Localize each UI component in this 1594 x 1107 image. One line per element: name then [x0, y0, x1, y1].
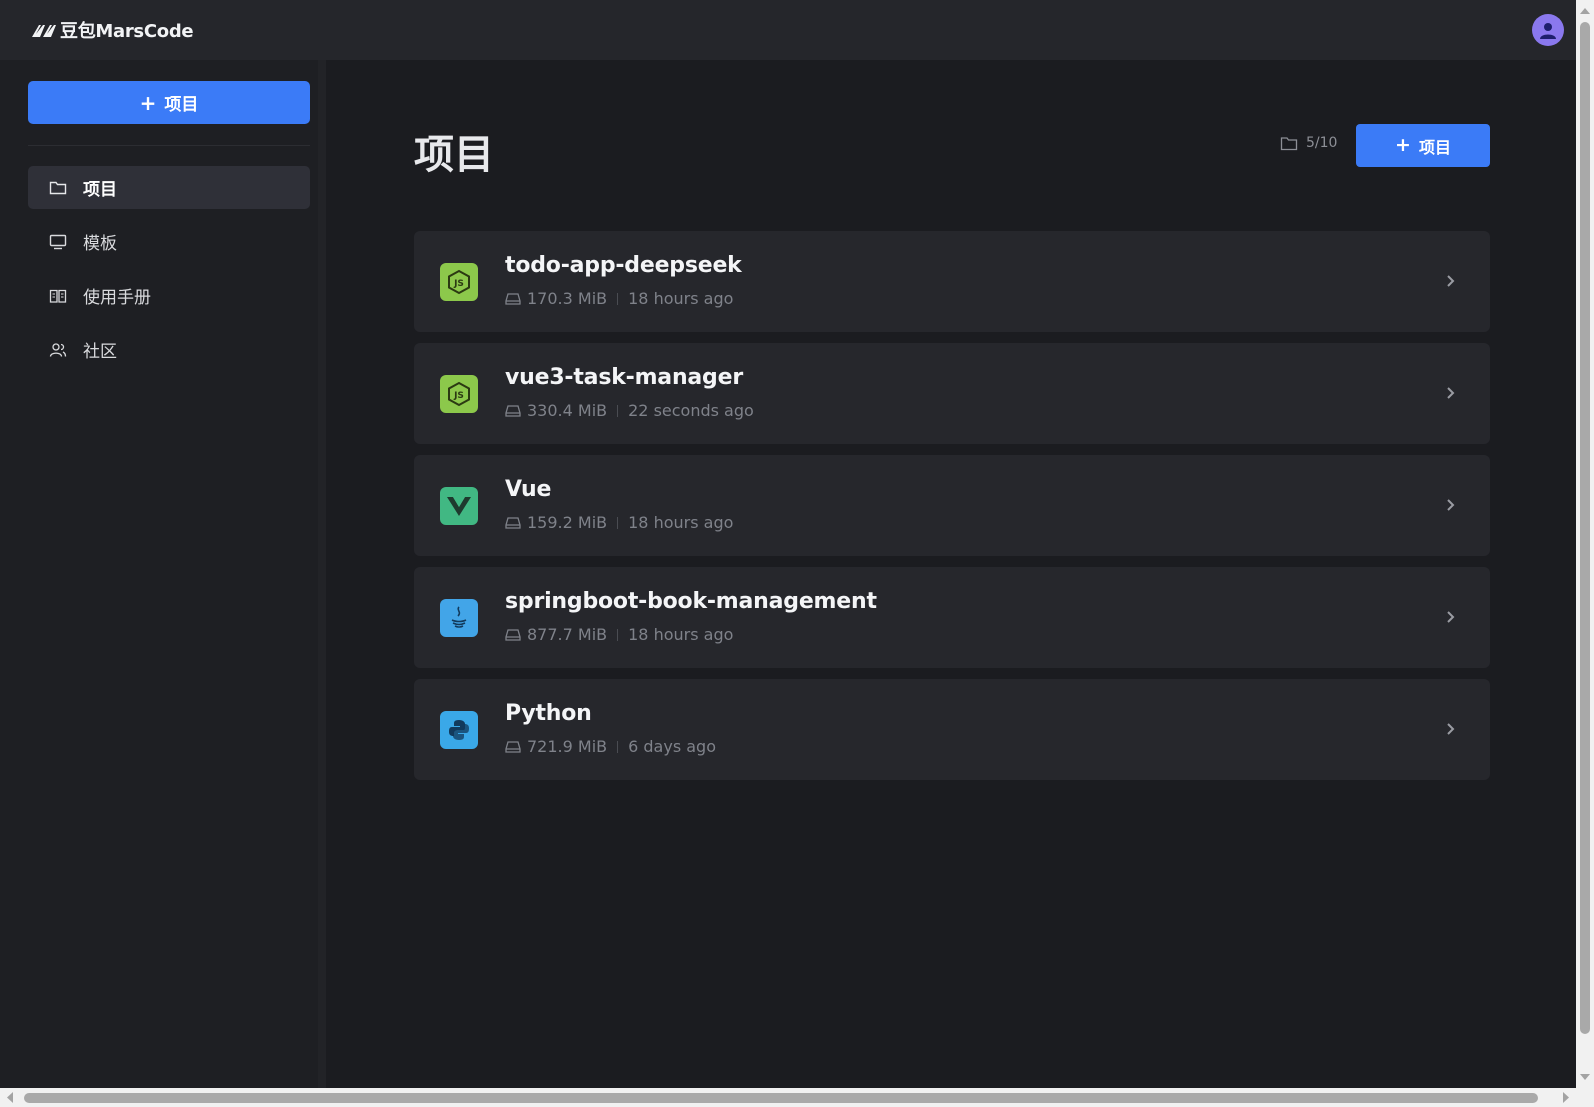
python-icon	[440, 711, 478, 749]
project-meta: 159.2 MiB 18 hours ago	[505, 513, 733, 532]
meta-divider	[617, 404, 619, 417]
meta-divider	[617, 516, 619, 529]
svg-text:JS: JS	[453, 391, 464, 401]
drive-icon	[505, 628, 521, 641]
marscode-logo-icon	[32, 25, 56, 37]
project-name: Vue	[505, 477, 552, 502]
project-card[interactable]: JS todo-app-deepseek 170.3 MiB 18 hours …	[414, 231, 1490, 332]
users-icon	[49, 341, 67, 359]
project-size: 170.3 MiB	[527, 289, 608, 308]
scrollbar-corner	[1576, 1088, 1594, 1107]
sidebar-item-manual[interactable]: 使用手册	[28, 274, 310, 317]
project-card[interactable]: Vue 159.2 MiB 18 hours ago	[414, 455, 1490, 556]
sidebar-item-label: 项目	[83, 180, 117, 200]
project-updated: 18 hours ago	[628, 513, 734, 532]
sidebar-item-label: 社区	[83, 342, 117, 362]
user-icon	[1540, 23, 1556, 39]
horizontal-scrollbar[interactable]	[0, 1088, 1576, 1107]
avatar[interactable]	[1532, 14, 1564, 46]
chevron-right-icon	[1447, 723, 1455, 735]
project-size: 877.7 MiB	[527, 625, 608, 644]
vertical-scrollbar[interactable]	[1576, 0, 1594, 1088]
project-name: todo-app-deepseek	[505, 253, 742, 278]
top-bar: 豆包MarsCode	[0, 0, 1576, 60]
project-updated: 18 hours ago	[628, 625, 734, 644]
new-project-button[interactable]: + 项目	[1356, 124, 1490, 167]
meta-divider	[617, 628, 619, 641]
meta-divider	[617, 740, 619, 753]
sidebar-new-project-label: 项目	[164, 95, 199, 115]
nodejs-icon: JS	[440, 375, 478, 413]
scroll-down-icon[interactable]	[1576, 1070, 1594, 1084]
java-icon	[440, 599, 478, 637]
drive-icon	[505, 516, 521, 529]
plus-icon: +	[139, 90, 157, 115]
project-list: JS todo-app-deepseek 170.3 MiB 18 hours …	[414, 231, 1490, 791]
project-card[interactable]: JS vue3-task-manager 330.4 MiB 22 second…	[414, 343, 1490, 444]
project-name: springboot-book-management	[505, 589, 877, 614]
chevron-right-icon	[1447, 387, 1455, 399]
scroll-left-icon[interactable]	[3, 1088, 17, 1107]
chevron-right-icon	[1447, 611, 1455, 623]
sidebar-nav: 项目 模板 使用手册 社区	[28, 166, 310, 382]
project-size: 159.2 MiB	[527, 513, 608, 532]
scroll-up-icon[interactable]	[1576, 4, 1594, 18]
svg-text:JS: JS	[453, 279, 464, 289]
sidebar-item-community[interactable]: 社区	[28, 328, 310, 371]
project-updated: 18 hours ago	[628, 289, 734, 308]
drive-icon	[505, 740, 521, 753]
drive-icon	[505, 292, 521, 305]
project-updated: 6 days ago	[628, 737, 716, 756]
main-content: 项目 5/10 + 项目 JS todo-app-deepseek 170.3 …	[334, 60, 1576, 1088]
brand-logo[interactable]: 豆包MarsCode	[30, 17, 194, 43]
project-card[interactable]: Python 721.9 MiB 6 days ago	[414, 679, 1490, 780]
project-quota: 5/10	[1280, 135, 1337, 151]
project-name: vue3-task-manager	[505, 365, 743, 390]
chevron-right-icon	[1447, 275, 1455, 287]
sidebar-item-projects[interactable]: 项目	[28, 166, 310, 209]
vue-icon	[440, 487, 478, 525]
vertical-scrollbar-thumb[interactable]	[1580, 22, 1590, 1034]
new-project-label: 项目	[1418, 137, 1451, 157]
drive-icon	[505, 404, 521, 417]
project-card[interactable]: springboot-book-management 877.7 MiB 18 …	[414, 567, 1490, 668]
nodejs-icon: JS	[440, 263, 478, 301]
sidebar: + 项目 项目 模板 使用手册 社区	[0, 60, 326, 1088]
folder-icon	[49, 179, 67, 197]
project-size: 330.4 MiB	[527, 401, 608, 420]
app-window: 豆包MarsCode + 项目 项目 模板 使用手册 社区 项目 5/10 + …	[0, 0, 1576, 1088]
sidebar-divider	[28, 145, 310, 146]
project-updated: 22 seconds ago	[628, 401, 754, 420]
horizontal-scrollbar-thumb[interactable]	[24, 1093, 1538, 1103]
brand-name: 豆包MarsCode	[60, 21, 194, 42]
project-size: 721.9 MiB	[527, 737, 608, 756]
project-meta: 170.3 MiB 18 hours ago	[505, 289, 733, 308]
scroll-right-icon[interactable]	[1559, 1088, 1573, 1107]
folder-icon	[1280, 136, 1298, 150]
meta-divider	[617, 292, 619, 305]
chevron-right-icon	[1447, 499, 1455, 511]
book-icon	[49, 287, 67, 305]
monitor-icon	[49, 233, 67, 251]
sidebar-item-label: 使用手册	[83, 288, 151, 308]
sidebar-new-project-button[interactable]: + 项目	[28, 81, 310, 124]
project-meta: 330.4 MiB 22 seconds ago	[505, 401, 754, 420]
project-meta: 877.7 MiB 18 hours ago	[505, 625, 733, 644]
project-name: Python	[505, 701, 592, 726]
plus-icon: +	[1395, 134, 1411, 156]
sidebar-item-label: 模板	[83, 234, 117, 254]
sidebar-item-templates[interactable]: 模板	[28, 220, 310, 263]
quota-text: 5/10	[1306, 135, 1338, 151]
project-meta: 721.9 MiB 6 days ago	[505, 737, 716, 756]
page-title: 项目	[414, 132, 494, 178]
